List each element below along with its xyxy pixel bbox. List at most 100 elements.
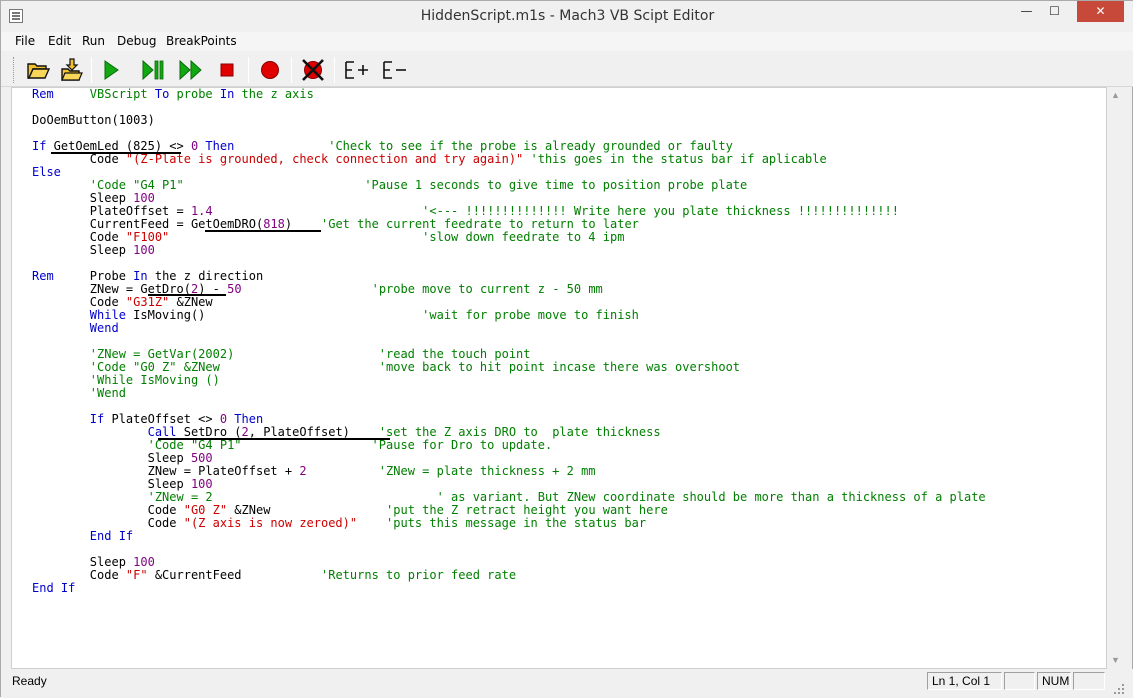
code-line[interactable]: Code "F100" 'slow down feedrate to 4 ipm xyxy=(32,231,986,244)
code-token: End If xyxy=(32,529,134,543)
code-token: 'put the Z retract height you want here xyxy=(270,503,668,517)
code-token: "G31Z" xyxy=(125,295,170,309)
code-token: Rem xyxy=(32,87,54,101)
code-line[interactable]: Rem VBScript To probe In the z axis xyxy=(32,88,986,101)
step-icon[interactable] xyxy=(140,57,166,83)
title-bar[interactable]: HiddenScript.m1s - Mach3 VB Scipt Editor… xyxy=(1,1,1133,32)
code-token: 'Code "G4 P1" 'Pause 1 seconds to give t… xyxy=(32,178,748,192)
underline-mark xyxy=(148,294,226,296)
code-token: Code xyxy=(32,568,126,582)
code-line[interactable]: Code "(Z axis is now zeroed)" 'puts this… xyxy=(32,517,986,530)
toolbar-separator xyxy=(291,57,292,83)
code-token: Code xyxy=(32,152,126,166)
code-token: the z axis xyxy=(234,87,314,101)
code-token: "(Z axis is now zeroed)" xyxy=(183,516,358,530)
code-token: End If xyxy=(32,581,76,595)
code-token: &ZNew xyxy=(227,503,271,517)
code-token: 'probe move to current z - 50 mm xyxy=(241,282,603,296)
code-token: 0 xyxy=(219,412,228,426)
code-token: 'ZNew = plate thickness + 2 mm xyxy=(306,464,596,478)
code-token: 'this goes in the status bar if aplicabl… xyxy=(523,152,827,166)
cursor-position: Ln 1, Col 1 xyxy=(927,672,1002,690)
code-line[interactable]: 'Code "G4 P1" 'Pause 1 seconds to give t… xyxy=(32,179,986,192)
scroll-up-arrow-icon[interactable]: ▲ xyxy=(1107,87,1124,104)
menu-file[interactable]: File xyxy=(15,34,35,48)
code-line[interactable]: Code "(Z-Plate is grounded, check connec… xyxy=(32,153,986,166)
code-token: Code xyxy=(32,230,126,244)
code-token: VBScript xyxy=(53,87,155,101)
code-token: Sleep xyxy=(32,243,134,257)
code-token: PlateOffset = xyxy=(32,204,191,218)
code-token: "G0 Z" xyxy=(183,503,228,517)
code-token: 'wait for probe move to finish xyxy=(205,308,639,322)
code-token: &CurrentFeed xyxy=(147,568,242,582)
collapse-icon[interactable] xyxy=(381,57,407,83)
code-token: 'ZNew = GetVar(2002) 'read the touch poi… xyxy=(32,347,531,361)
code-token: Probe xyxy=(53,269,134,283)
code-token: CurrentFeed = GetOemDRO( xyxy=(32,217,264,231)
code-token: 'puts this message in the status bar xyxy=(357,516,647,530)
code-token: In xyxy=(133,269,148,283)
save-file-icon[interactable] xyxy=(59,57,85,83)
code-token: Code xyxy=(32,295,126,309)
code-token: DoOemButton(1003) xyxy=(32,113,155,127)
menu-bar: File Edit Run Debug BreakPoints xyxy=(1,32,1133,51)
editor-window: HiddenScript.m1s - Mach3 VB Scipt Editor… xyxy=(0,0,1133,698)
code-token: Rem xyxy=(32,269,54,283)
code-editor[interactable]: Rem VBScript To probe In the z axis DoOe… xyxy=(11,87,1107,669)
code-token: While xyxy=(32,308,126,322)
code-token: Sleep xyxy=(32,477,191,491)
code-token: Else xyxy=(32,165,61,179)
menu-debug[interactable]: Debug xyxy=(117,34,156,48)
fast-forward-icon[interactable] xyxy=(178,57,204,83)
toolbar-grip[interactable] xyxy=(13,57,16,83)
code-line[interactable]: End If xyxy=(32,582,986,595)
breakpoint-icon[interactable] xyxy=(257,57,283,83)
status-pane-empty xyxy=(1073,672,1105,690)
code-line[interactable]: Sleep 100 xyxy=(32,244,986,257)
close-button[interactable]: ✕ xyxy=(1077,1,1124,22)
code-token: To xyxy=(154,87,170,101)
code-line[interactable] xyxy=(32,101,986,114)
code-line[interactable]: Code "F" &CurrentFeed 'Returns to prior … xyxy=(32,569,986,582)
expand-icon[interactable] xyxy=(343,57,369,83)
status-bar: Ready Ln 1, Col 1 NUM xyxy=(1,669,1133,698)
code-line[interactable]: While IsMoving() 'wait for probe move to… xyxy=(32,309,986,322)
code-line[interactable]: Wend xyxy=(32,322,986,335)
toolbar-separator xyxy=(248,57,249,83)
resize-grip-icon[interactable] xyxy=(1113,683,1125,695)
code-token: Then xyxy=(198,139,235,153)
code-token: 50 xyxy=(227,282,242,296)
code-area[interactable]: Rem VBScript To probe In the z axis DoOe… xyxy=(32,88,986,595)
code-line[interactable]: 'Wend xyxy=(32,387,986,400)
code-token: 'Wend xyxy=(32,386,126,400)
code-token: 'slow down feedrate to 4 ipm xyxy=(169,230,625,244)
menu-breakpoints[interactable]: BreakPoints xyxy=(166,34,237,48)
code-line[interactable]: End If xyxy=(32,530,986,543)
code-token: 818 xyxy=(263,217,285,231)
code-token: 'Check to see if the probe is already gr… xyxy=(234,139,733,153)
code-token: ZNew = PlateOffset + xyxy=(32,464,300,478)
code-token: Sleep xyxy=(32,555,134,569)
code-token: '<--- !!!!!!!!!!!!!! Write here you plat… xyxy=(212,204,899,218)
open-file-icon[interactable] xyxy=(25,57,51,83)
vertical-scrollbar[interactable]: ▲ ▼ xyxy=(1107,87,1124,669)
code-token: 500 xyxy=(190,451,213,465)
menu-edit[interactable]: Edit xyxy=(48,34,71,48)
code-token: 100 xyxy=(190,477,213,491)
toolbar xyxy=(1,51,1133,87)
code-line[interactable] xyxy=(32,543,986,556)
minimize-button[interactable]: — xyxy=(1013,1,1040,22)
code-token: 'set the Z axis DRO to plate thickness xyxy=(349,425,661,439)
clear-breakpoints-icon[interactable] xyxy=(300,57,326,83)
run-icon[interactable] xyxy=(98,57,124,83)
scroll-down-arrow-icon[interactable]: ▼ xyxy=(1107,652,1124,669)
menu-run[interactable]: Run xyxy=(82,34,105,48)
code-token: 100 xyxy=(133,191,155,205)
code-line[interactable]: DoOemButton(1003) xyxy=(32,114,986,127)
code-token: GetOemLed (825) <> xyxy=(46,139,191,153)
code-line[interactable]: 'While IsMoving () xyxy=(32,374,986,387)
stop-icon[interactable] xyxy=(214,57,240,83)
window-title: HiddenScript.m1s - Mach3 VB Scipt Editor xyxy=(420,8,715,24)
maximize-button[interactable]: ☐ xyxy=(1041,1,1068,22)
